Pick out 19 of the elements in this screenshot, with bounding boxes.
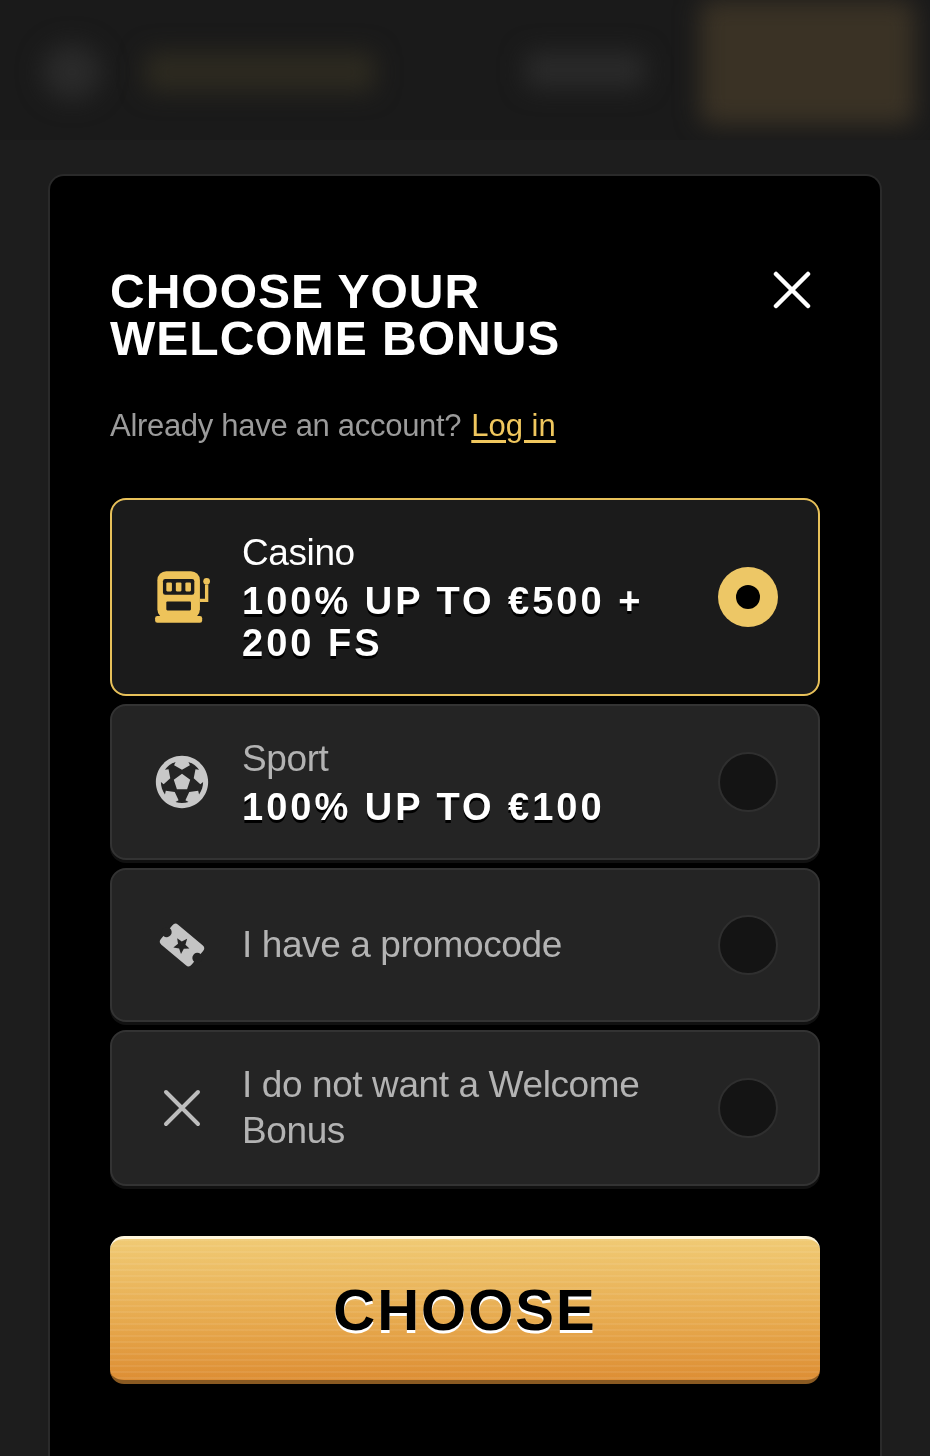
slot-machine-icon <box>154 569 210 625</box>
bonus-option-card[interactable]: I do not want a Welcome Bonus <box>110 1030 820 1186</box>
close-button[interactable] <box>772 270 812 310</box>
modal-title: CHOOSE YOUR WELCOME BONUS <box>110 268 562 362</box>
bonus-option-card[interactable]: I have a promocode <box>110 868 820 1022</box>
bonus-option-card[interactable]: Sport 100% UP TO €100 <box>110 704 820 860</box>
account-prompt: Already have an account? <box>110 407 462 445</box>
option-title: Sport <box>242 737 330 781</box>
choose-button[interactable]: CHOOSE <box>110 1236 820 1384</box>
login-link[interactable]: Log in <box>471 406 556 446</box>
radio-button[interactable] <box>718 567 778 627</box>
bonus-amount: 100% UP TO €500 + 200 FS <box>242 580 645 664</box>
bonus-option-card[interactable]: Casino 100% UP TO €500 + 200 FS <box>110 498 820 696</box>
option-title: Casino <box>242 531 356 575</box>
cross-icon <box>162 1088 202 1128</box>
close-icon <box>773 271 811 309</box>
option-title: I have a promocode <box>242 923 563 967</box>
bonus-amount: 100% UP TO €100 <box>242 786 606 828</box>
option-title: I do not want a Welcome Bonus <box>242 1063 641 1153</box>
